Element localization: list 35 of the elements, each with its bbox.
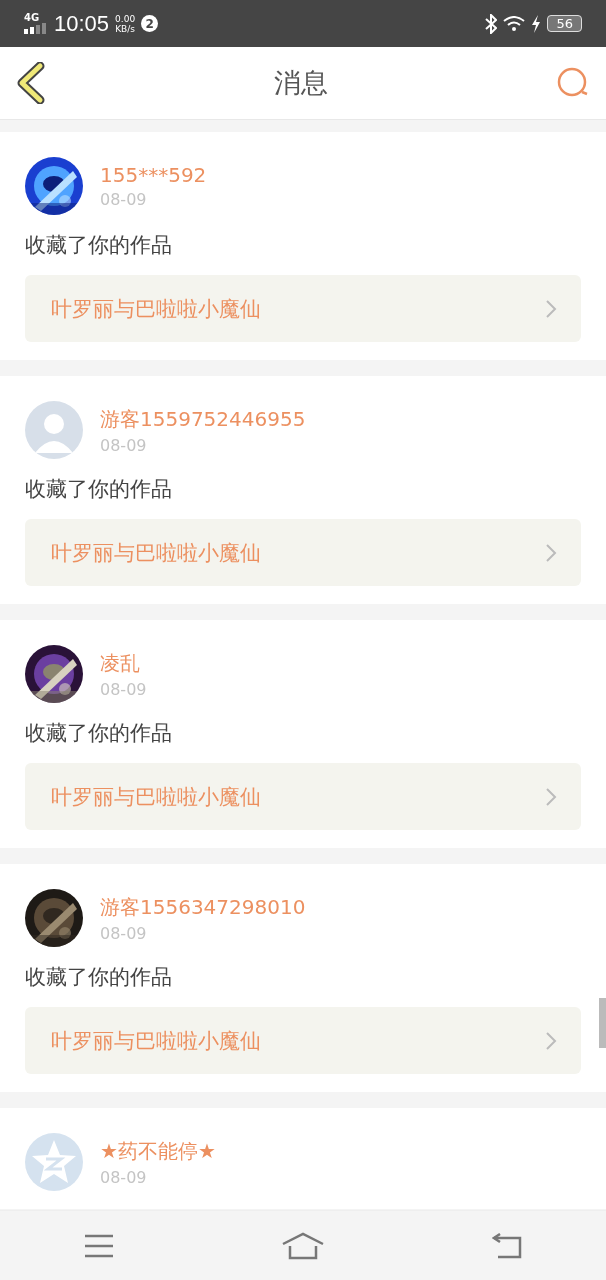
clock: 10:05	[54, 10, 110, 37]
message-date: 08-09	[100, 923, 148, 943]
user-name[interactable]: 155***592	[100, 163, 207, 187]
message-text: 收藏了你的作品	[25, 964, 173, 991]
message-date: 08-09	[100, 190, 148, 209]
user-name[interactable]: 游客1559752446955	[100, 405, 306, 433]
work-link[interactable]: 叶罗丽与巴啦啦小魔仙	[25, 1007, 581, 1074]
message-date: 08-09	[100, 435, 148, 455]
page-title: 消息	[274, 66, 328, 100]
work-link[interactable]: 叶罗丽与巴啦啦小魔仙	[25, 519, 581, 586]
network-type: 4G	[24, 13, 40, 23]
chevron-right-icon	[545, 298, 557, 319]
speed-unit: KB/s	[115, 23, 135, 34]
charging-icon	[531, 14, 542, 33]
chevron-right-icon	[545, 1030, 557, 1051]
chevron-right-icon	[545, 542, 557, 563]
user-name[interactable]: 凌乱	[100, 649, 147, 677]
message-date: 08-09	[100, 1167, 148, 1187]
user-name[interactable]: ★药不能停★	[100, 1137, 216, 1165]
message-text: 收藏了你的作品	[25, 476, 173, 503]
message-text: 收藏了你的作品	[25, 720, 173, 747]
message-text: 收藏了你的作品	[25, 232, 173, 259]
work-link[interactable]: 叶罗丽与巴啦啦小魔仙	[25, 275, 581, 342]
user-name[interactable]: 游客1556347298010	[100, 893, 306, 921]
bluetooth-icon	[485, 13, 498, 34]
speed-value: 0.00	[115, 13, 136, 24]
signal-icon	[24, 23, 46, 34]
back-icon[interactable]	[16, 62, 46, 104]
work-link[interactable]: 叶罗丽与巴啦啦小魔仙	[25, 763, 581, 830]
scroll-bar	[599, 998, 606, 1048]
chevron-right-icon	[545, 786, 557, 807]
battery-level: 56	[547, 15, 582, 32]
message-date: 08-09	[100, 679, 147, 699]
notification-count: 2	[141, 15, 159, 32]
wifi-icon	[503, 15, 526, 32]
